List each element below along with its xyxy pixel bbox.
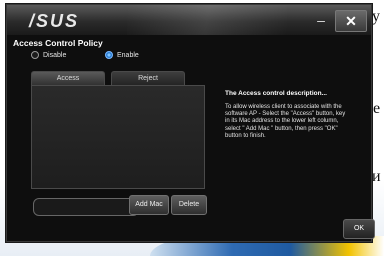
background-document-text: у — [372, 8, 380, 25]
close-button[interactable]: ✕ — [335, 10, 367, 32]
disable-radio[interactable] — [31, 51, 39, 59]
background-document-text: е — [373, 100, 381, 117]
add-mac-button[interactable]: Add Mac — [129, 195, 169, 215]
description-body: To allow wireless client to associate wi… — [225, 104, 346, 139]
disable-option[interactable]: Disable — [31, 51, 66, 59]
enable-option[interactable]: Enable — [105, 51, 139, 59]
title-bar-sheen — [127, 5, 287, 35]
tab-reject[interactable]: Reject — [111, 71, 185, 86]
access-control-window: /SUS – ✕ Access Control Policy Disable E… — [6, 4, 375, 242]
delete-button[interactable]: Delete — [171, 195, 207, 215]
disable-label: Disable — [43, 51, 67, 59]
asus-logo: /SUS — [29, 11, 80, 31]
minimize-button[interactable]: – — [309, 11, 333, 29]
policy-heading: Access Control Policy — [13, 38, 103, 48]
title-bar[interactable]: /SUS – ✕ — [7, 5, 371, 35]
description-title: The Access control description... — [225, 90, 327, 97]
ok-button[interactable]: OK — [343, 219, 375, 239]
background-document-text: и — [372, 168, 381, 185]
mac-address-list[interactable] — [31, 85, 205, 189]
enable-radio[interactable] — [105, 51, 113, 59]
enable-label: Enable — [117, 51, 139, 59]
mac-address-input[interactable] — [33, 198, 139, 216]
tab-access[interactable]: Access — [31, 71, 105, 86]
